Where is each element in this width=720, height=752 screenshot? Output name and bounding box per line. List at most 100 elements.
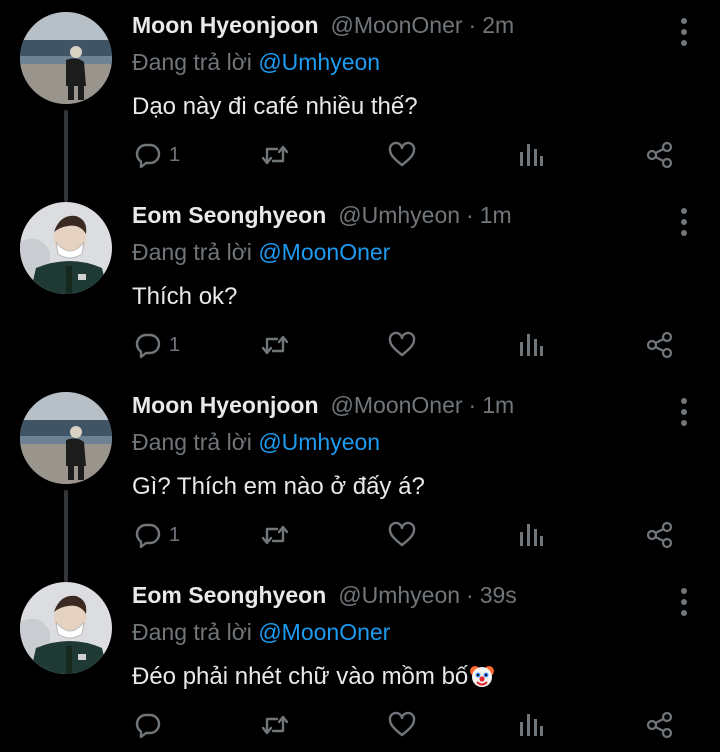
more-icon[interactable] xyxy=(680,398,688,426)
tweet-content: Eom Seonghyeon @Umhyeon · 1m Đang trả lờ… xyxy=(132,202,660,312)
like-icon xyxy=(388,521,416,547)
separator: · xyxy=(468,12,477,38)
reply-button[interactable]: 1 xyxy=(133,330,180,360)
retweet-button[interactable] xyxy=(259,330,291,360)
separator: · xyxy=(466,202,474,228)
tweet[interactable]: Eom Seonghyeon @Umhyeon · 39s Đang trả l… xyxy=(0,570,720,752)
view-stats-button[interactable] xyxy=(518,140,544,170)
separator: · xyxy=(466,582,474,608)
stats-icon xyxy=(520,714,543,736)
reply-thread: Moon Hyeonjoon @MoonOner · 2m Đang trả l… xyxy=(0,0,720,752)
replying-to-handle[interactable]: @MoonOner xyxy=(258,619,390,645)
like-button[interactable] xyxy=(387,710,417,740)
clown-face-icon xyxy=(469,663,495,697)
retweet-icon xyxy=(261,715,289,735)
replying-to-handle[interactable]: @Umhyeon xyxy=(258,429,380,455)
tweet-text-body: Đéo phải nhét chữ vào mồm bố xyxy=(132,663,469,690)
timestamp[interactable]: 39s xyxy=(480,582,517,609)
user-handle[interactable]: @Umhyeon xyxy=(338,582,460,609)
stats-icon xyxy=(520,524,543,546)
replying-prefix: Đang trả lời xyxy=(132,619,252,645)
replying-to: Đang trả lời @MoonOner xyxy=(132,236,660,268)
retweet-button[interactable] xyxy=(259,520,291,550)
tweet-header: Eom Seonghyeon @Umhyeon · 39s xyxy=(132,582,660,616)
like-icon xyxy=(388,141,416,167)
tweet-content: Eom Seonghyeon @Umhyeon · 39s Đang trả l… xyxy=(132,582,660,697)
user-handle[interactable]: @MoonOner xyxy=(331,392,463,419)
like-icon xyxy=(388,331,416,357)
timestamp[interactable]: 2m xyxy=(482,12,514,39)
like-button[interactable] xyxy=(387,140,417,170)
share-button[interactable] xyxy=(645,520,675,550)
tweet[interactable]: Moon Hyeonjoon @MoonOner · 2m Đang trả l… xyxy=(0,0,720,202)
tweet-content: Moon Hyeonjoon @MoonOner · 1m Đang trả l… xyxy=(132,392,660,502)
tweet-header: Moon Hyeonjoon @MoonOner · 1m xyxy=(132,392,660,426)
action-bar: 1 xyxy=(0,330,720,360)
avatar[interactable] xyxy=(20,202,112,294)
retweet-icon xyxy=(261,335,289,355)
display-name[interactable]: Eom Seonghyeon xyxy=(132,202,326,229)
stats-icon xyxy=(520,144,543,166)
replying-to: Đang trả lời @MoonOner xyxy=(132,616,660,648)
reply-icon xyxy=(135,523,161,549)
display-name[interactable]: Eom Seonghyeon xyxy=(132,582,326,609)
tweet-text: Thích ok? xyxy=(132,283,238,310)
share-icon xyxy=(646,331,673,359)
action-bar: 1 xyxy=(0,520,720,550)
action-bar xyxy=(0,710,720,740)
user-handle[interactable]: @MoonOner xyxy=(331,12,463,39)
like-button[interactable] xyxy=(387,520,417,550)
view-stats-button[interactable] xyxy=(518,520,544,550)
reply-count: 1 xyxy=(169,143,181,166)
reply-count: 1 xyxy=(169,523,181,546)
reply-button[interactable]: 1 xyxy=(133,140,180,170)
avatar[interactable] xyxy=(20,12,112,104)
retweet-icon xyxy=(261,145,289,165)
retweet-button[interactable] xyxy=(259,140,291,170)
reply-button[interactable]: 1 xyxy=(133,520,180,550)
tweet-text: Gì? Thích em nào ở đấy á? xyxy=(132,473,425,500)
avatar[interactable] xyxy=(20,582,112,674)
more-icon[interactable] xyxy=(680,18,688,46)
timestamp[interactable]: 1m xyxy=(482,392,514,419)
reply-icon xyxy=(135,713,161,739)
reply-icon xyxy=(135,143,161,169)
tweet[interactable]: Eom Seonghyeon @Umhyeon · 1m Đang trả lờ… xyxy=(0,190,720,380)
retweet-icon xyxy=(261,525,289,545)
replying-prefix: Đang trả lời xyxy=(132,429,252,455)
replying-to: Đang trả lời @Umhyeon xyxy=(132,426,660,458)
reply-count: 1 xyxy=(169,333,181,356)
retweet-button[interactable] xyxy=(259,710,291,740)
share-icon xyxy=(646,711,673,739)
replying-prefix: Đang trả lời xyxy=(132,239,252,265)
reply-icon xyxy=(135,333,161,359)
like-icon xyxy=(388,711,416,737)
like-button[interactable] xyxy=(387,330,417,360)
replying-prefix: Đang trả lời xyxy=(132,49,252,75)
replying-to-handle[interactable]: @Umhyeon xyxy=(258,49,380,75)
share-button[interactable] xyxy=(645,330,675,360)
display-name[interactable]: Moon Hyeonjoon xyxy=(132,12,319,39)
more-icon[interactable] xyxy=(680,588,688,616)
replying-to-handle[interactable]: @MoonOner xyxy=(258,239,390,265)
tweet-header: Moon Hyeonjoon @MoonOner · 2m xyxy=(132,12,660,46)
replying-to: Đang trả lời @Umhyeon xyxy=(132,46,660,78)
share-button[interactable] xyxy=(645,710,675,740)
view-stats-button[interactable] xyxy=(518,710,544,740)
stats-icon xyxy=(520,334,543,356)
share-icon xyxy=(646,521,673,549)
tweet[interactable]: Moon Hyeonjoon @MoonOner · 1m Đang trả l… xyxy=(0,380,720,582)
avatar[interactable] xyxy=(20,392,112,484)
timestamp[interactable]: 1m xyxy=(480,202,512,229)
share-button[interactable] xyxy=(645,140,675,170)
tweet-header: Eom Seonghyeon @Umhyeon · 1m xyxy=(132,202,660,236)
more-icon[interactable] xyxy=(680,208,688,236)
view-stats-button[interactable] xyxy=(518,330,544,360)
share-icon xyxy=(646,141,673,169)
display-name[interactable]: Moon Hyeonjoon xyxy=(132,392,319,419)
user-handle[interactable]: @Umhyeon xyxy=(338,202,460,229)
tweet-text: Dạo này đi café nhiều thế? xyxy=(132,93,418,120)
tweet-text: Đéo phải nhét chữ vào mồm bố xyxy=(132,662,660,697)
tweet-content: Moon Hyeonjoon @MoonOner · 2m Đang trả l… xyxy=(132,12,660,122)
reply-button[interactable] xyxy=(133,710,169,740)
